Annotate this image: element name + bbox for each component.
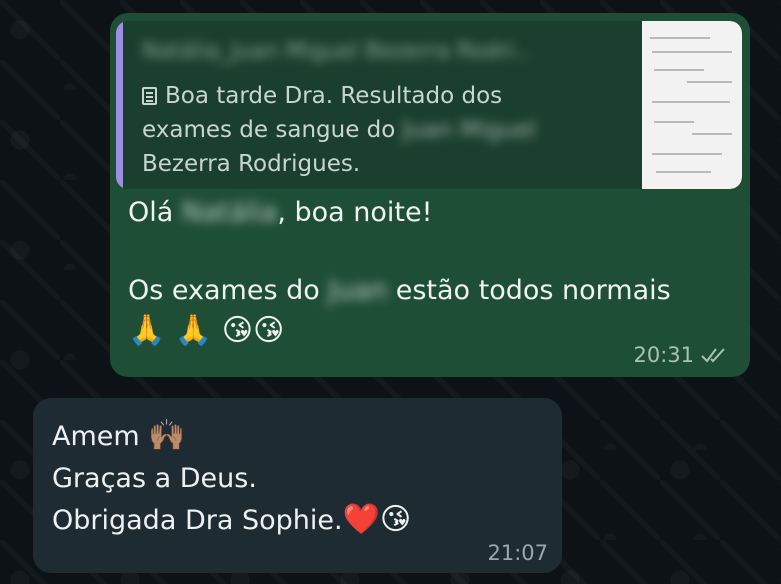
incoming-message-bubble[interactable]: Amem 🙌🏽 Graças a Deus. Obrigada Dra Soph… [33, 398, 562, 573]
document-thumbnail[interactable] [642, 21, 742, 189]
results-blurred-name: Juan [328, 275, 388, 306]
incoming-line-3: Obrigada Dra Sophie.❤️😘 [52, 500, 552, 542]
quoted-document-caption: Boa tarde Dra. Resultado dos exames de s… [142, 79, 592, 181]
incoming-line-3-text: Obrigada Dra Sophie. [52, 505, 343, 536]
quoted-caption-end: Bezerra Rodrigues. [142, 151, 361, 177]
outgoing-message-bubble[interactable]: Natália_Juan Miguel Bezerra Rodri.. Boa … [110, 13, 750, 377]
greeting-prefix: Olá [128, 197, 174, 228]
incoming-line-1: Amem 🙌🏽 [52, 416, 552, 458]
double-check-icon [701, 348, 725, 363]
results-prefix: Os exames do [128, 275, 320, 306]
quoted-author: Natália_Juan Miguel Bezerra Rodri.. [142, 39, 528, 64]
greeting-line: Olá Natália, boa noite! [128, 193, 728, 233]
quoted-message[interactable]: Natália_Juan Miguel Bezerra Rodri.. Boa … [116, 21, 742, 189]
outgoing-message-meta: 20:31 [633, 343, 730, 367]
greeting-suffix: , boa noite! [277, 197, 433, 228]
outgoing-message-time: 20:31 [633, 343, 694, 367]
raised-hands-emoji: 🙌🏽 [148, 418, 186, 453]
greeting-blurred-name: Natália [181, 197, 278, 228]
outgoing-message-text: Olá Natália, boa noite! Os exames do Jua… [128, 193, 728, 351]
quote-accent-bar [116, 21, 123, 189]
incoming-message-text: Amem 🙌🏽 Graças a Deus. Obrigada Dra Soph… [52, 416, 552, 542]
quoted-caption-blurred-name: Juan Miguel [402, 117, 536, 143]
heart-kiss-emojis: ❤️😘 [342, 502, 412, 537]
results-line: Os exames do Juan estão todos normais [128, 271, 728, 311]
incoming-line-1-text: Amem [52, 421, 140, 452]
incoming-line-2: Graças a Deus. [52, 463, 257, 494]
incoming-message-time: 21:07 [487, 541, 548, 565]
results-suffix: estão todos normais [395, 275, 671, 306]
document-icon [142, 87, 157, 105]
